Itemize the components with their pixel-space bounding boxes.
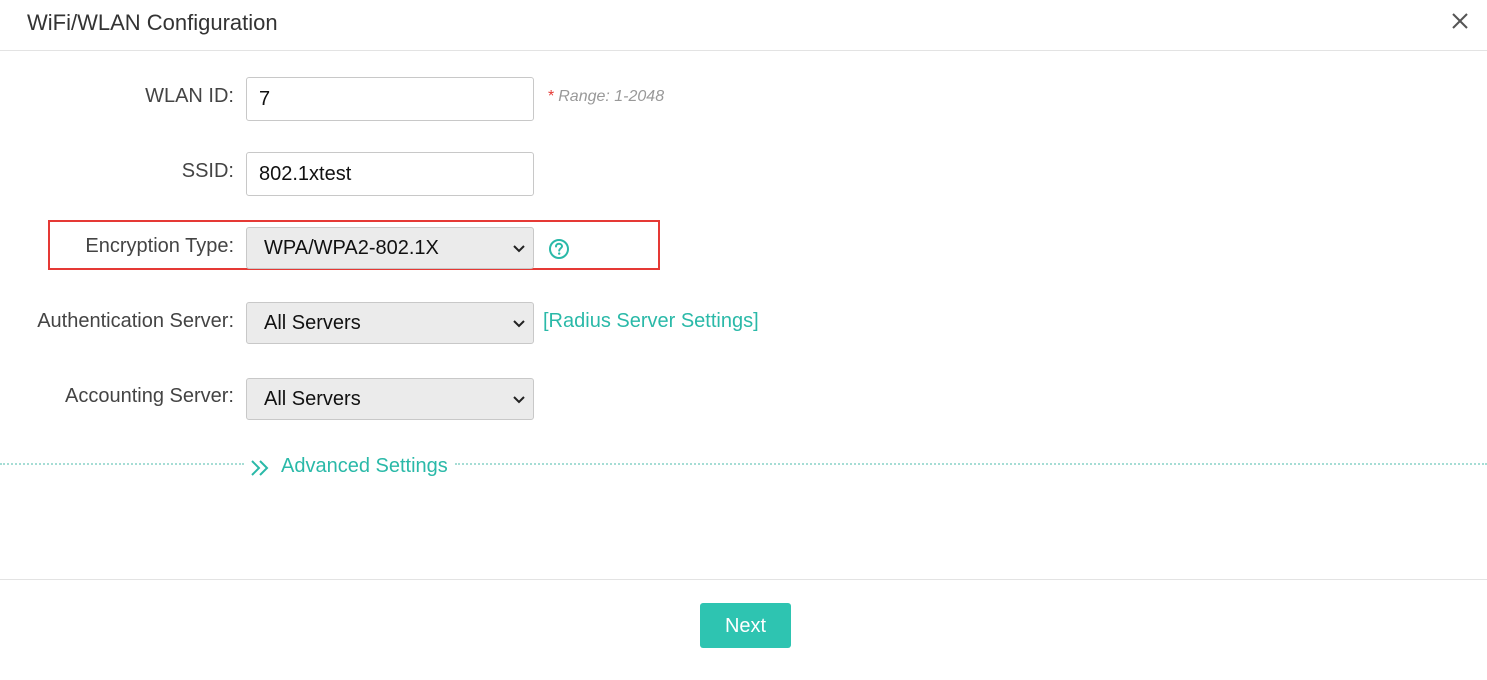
help-circle-icon	[549, 239, 569, 259]
chevron-down-icon	[513, 320, 525, 328]
accounting-server-label: Accounting Server:	[65, 385, 234, 407]
auth-server-value: All Servers	[264, 312, 361, 334]
advanced-divider-right	[455, 463, 1487, 465]
wlan-id-label: WLAN ID:	[145, 85, 234, 107]
wlan-id-hint: * Range: 1-2048	[548, 88, 664, 106]
encryption-type-label: Encryption Type:	[85, 235, 234, 257]
accounting-server-select[interactable]: All Servers	[246, 378, 534, 420]
auth-server-select[interactable]: All Servers	[246, 302, 534, 344]
footer-divider	[0, 579, 1487, 580]
advanced-settings-toggle[interactable]: Advanced Settings	[250, 455, 455, 481]
chevron-down-icon	[513, 245, 525, 253]
encryption-type-value: WPA/WPA2-802.1X	[264, 237, 439, 259]
ssid-label: SSID:	[181, 160, 234, 182]
advanced-settings-label: Advanced Settings	[281, 455, 448, 477]
advanced-divider-left	[0, 463, 244, 465]
wlan-config-dialog: WiFi/WLAN Configuration WLAN ID: *Range:…	[0, 0, 1487, 680]
help-icon[interactable]	[548, 238, 570, 260]
wlan-id-input[interactable]	[246, 77, 534, 121]
auth-server-label: Authentication Server:	[37, 310, 234, 332]
radius-server-settings-link[interactable]: [Radius Server Settings]	[543, 310, 759, 333]
next-button[interactable]: Next	[700, 603, 791, 648]
close-button[interactable]	[1449, 10, 1471, 32]
encryption-type-select[interactable]: WPA/WPA2-802.1X	[246, 227, 534, 269]
double-chevron-right-icon	[251, 460, 269, 476]
close-icon	[1452, 13, 1468, 29]
dialog-title: WiFi/WLAN Configuration	[27, 10, 278, 35]
dialog-header: WiFi/WLAN Configuration	[0, 0, 1487, 51]
range-hint-text: Range: 1-2048	[558, 88, 665, 105]
accounting-server-value: All Servers	[264, 388, 361, 410]
required-mark: *	[548, 88, 555, 105]
ssid-input[interactable]	[246, 152, 534, 196]
chevron-down-icon	[513, 396, 525, 404]
